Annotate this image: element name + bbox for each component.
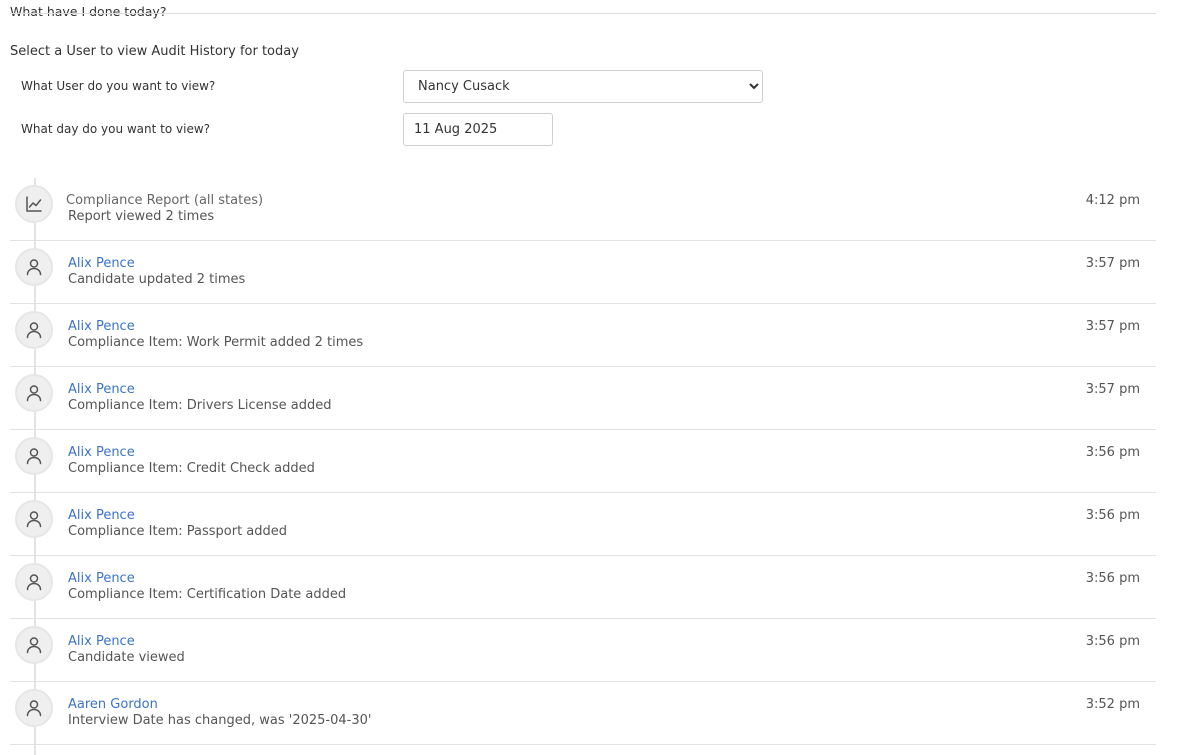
entry-time: 4:12 pm bbox=[1085, 193, 1140, 208]
user-icon bbox=[15, 311, 53, 349]
entry-time: 3:56 pm bbox=[1085, 571, 1140, 586]
entry-user-link[interactable]: Alix Pence bbox=[68, 445, 135, 460]
timeline-entry: Compliance Report (all states) Report vi… bbox=[10, 178, 1156, 241]
day-input-label: What day do you want to view? bbox=[21, 122, 211, 136]
timeline-entry: Alix Pence Compliance Item: Passport add… bbox=[10, 493, 1156, 556]
chart-line-icon bbox=[15, 185, 53, 223]
entry-description: Compliance Item: Drivers License added bbox=[68, 398, 332, 413]
entry-user-link[interactable]: Alix Pence bbox=[68, 256, 135, 271]
entry-time: 3:57 pm bbox=[1085, 319, 1140, 334]
timeline-entry: Alix Pence Compliance Item: Work Permit … bbox=[10, 304, 1156, 367]
entry-description: Interview Date has changed, was '2025-04… bbox=[68, 713, 372, 728]
user-icon bbox=[15, 437, 53, 475]
entry-user-link[interactable]: Aaren Gordon bbox=[68, 697, 158, 712]
timeline-entry: Alix Pence Candidate viewed 3:56 pm bbox=[10, 619, 1156, 682]
timeline-entry: Alix Pence Compliance Item: Credit Check… bbox=[10, 430, 1156, 493]
timeline-entry: Alix Pence Compliance Item: Certificatio… bbox=[10, 556, 1156, 619]
entry-user-link[interactable]: Alix Pence bbox=[68, 634, 135, 649]
entry-time: 3:57 pm bbox=[1085, 256, 1140, 271]
section-divider bbox=[10, 13, 1156, 14]
entry-description: Compliance Item: Work Permit added 2 tim… bbox=[68, 335, 364, 350]
day-input[interactable] bbox=[403, 113, 553, 146]
user-icon bbox=[15, 248, 53, 286]
user-select-label: What User do you want to view? bbox=[21, 79, 216, 93]
section-legend: What have I done today? bbox=[10, 4, 181, 19]
user-icon bbox=[15, 689, 53, 727]
intro-text: Select a User to view Audit History for … bbox=[10, 44, 299, 59]
entry-description: Compliance Item: Certification Date adde… bbox=[68, 587, 347, 602]
entry-time: 3:56 pm bbox=[1085, 445, 1140, 460]
entry-title: Compliance Report (all states) bbox=[66, 193, 264, 208]
entry-description: Compliance Item: Credit Check added bbox=[68, 461, 315, 476]
user-icon bbox=[15, 626, 53, 664]
entry-description: Report viewed 2 times bbox=[68, 209, 215, 224]
user-icon bbox=[15, 563, 53, 601]
user-select[interactable]: Nancy Cusack bbox=[403, 70, 763, 103]
user-icon bbox=[15, 374, 53, 412]
entry-user-link[interactable]: Alix Pence bbox=[68, 319, 135, 334]
timeline-entry: Aaren Gordon Interview Date has changed,… bbox=[10, 682, 1156, 745]
entry-description: Candidate viewed bbox=[68, 650, 185, 665]
entry-description: Compliance Item: Passport added bbox=[68, 524, 288, 539]
entry-time: 3:57 pm bbox=[1085, 382, 1140, 397]
entry-user-link[interactable]: Alix Pence bbox=[68, 571, 135, 586]
entry-time: 3:52 pm bbox=[1085, 697, 1140, 712]
entry-user-link[interactable]: Alix Pence bbox=[68, 382, 135, 397]
entry-user-link[interactable]: Alix Pence bbox=[68, 508, 135, 523]
audit-timeline: Compliance Report (all states) Report vi… bbox=[10, 178, 1156, 755]
user-icon bbox=[15, 500, 53, 538]
entry-time: 3:56 pm bbox=[1085, 634, 1140, 649]
timeline-entry: Alix Pence Compliance Item: Drivers Lice… bbox=[10, 367, 1156, 430]
entry-description: Candidate updated 2 times bbox=[68, 272, 246, 287]
entry-time: 3:56 pm bbox=[1085, 508, 1140, 523]
timeline-entry: Alix Pence Candidate updated 2 times 3:5… bbox=[10, 241, 1156, 304]
